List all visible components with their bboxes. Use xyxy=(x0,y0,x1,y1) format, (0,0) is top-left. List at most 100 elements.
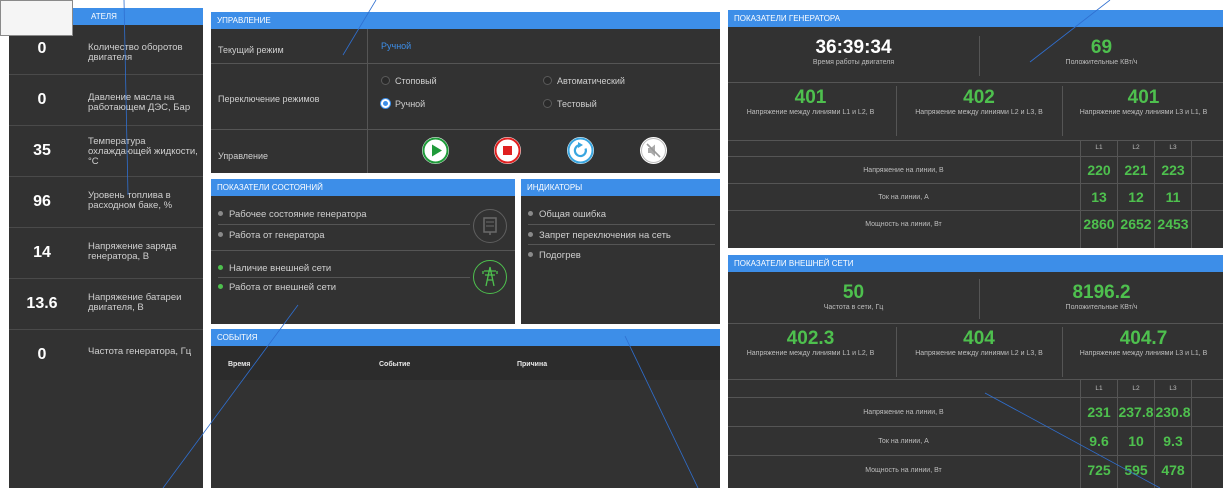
phase-header: L1 xyxy=(1095,385,1103,392)
engine-panel: АТЕЛЯ 0 Количество оборотов двигателя 0 … xyxy=(9,8,203,488)
phase-header: L3 xyxy=(1169,385,1177,392)
battery-label: Напряжение батареи двигателя, В xyxy=(88,292,182,313)
state-label: Работа от внешней сети xyxy=(229,282,337,293)
indicator-error: Общая ошибка xyxy=(528,209,606,220)
divider xyxy=(1191,141,1192,248)
gen-v31-label: Напряжение между линиями L3 и L1, В xyxy=(1079,109,1208,116)
oil-label: Давление масла на работающем ДЭС, Бар xyxy=(88,92,191,113)
generator-header: ПОКАЗАТЕЛИ ГЕНЕРАТОРА xyxy=(728,10,1223,27)
temp-value: 35 xyxy=(33,142,51,159)
divider xyxy=(728,140,1223,141)
gen-current-label: Ток на линии, А xyxy=(878,194,929,201)
mode-label: Стоповый xyxy=(395,76,437,86)
ext-kwh-value: 8196.2 xyxy=(1072,282,1131,303)
indicator-label: Подогрев xyxy=(539,250,581,261)
events-col-cause: Причина xyxy=(517,361,548,368)
ext-power-l3: 478 xyxy=(1161,462,1185,478)
overlay-box xyxy=(0,0,73,36)
runtime-value: 36:39:34 xyxy=(815,37,892,58)
state-grid-running: Работа от внешней сети xyxy=(218,282,336,293)
mute-icon xyxy=(641,138,666,163)
gen-voltage-l2: 221 xyxy=(1124,162,1148,178)
reset-button[interactable] xyxy=(567,137,594,164)
mode-switch-label: Переключение режимов xyxy=(218,94,320,104)
generator-icon xyxy=(473,209,507,243)
divider xyxy=(1062,86,1063,136)
fuel-value: 96 xyxy=(33,193,51,210)
mode-switch-row: Переключение режимов Стоповый Автоматиче… xyxy=(211,64,720,130)
ext-kwh-label: Положительные КВт/ч xyxy=(1065,304,1138,311)
divider xyxy=(728,455,1223,456)
runtime-block: 36:39:34 Время работы двигателя xyxy=(728,38,979,67)
mode-label: Ручной xyxy=(395,99,426,109)
indicator-grid-lock: Запрет переключения на сеть xyxy=(528,230,671,241)
gen-power-l3: 2453 xyxy=(1157,216,1189,232)
control-divider xyxy=(367,29,368,173)
divider xyxy=(1062,327,1063,377)
phase-header: L1 xyxy=(1095,144,1103,151)
charge-label: Напряжение заряда генератора, В xyxy=(88,241,177,262)
gen-kwh-value: 69 xyxy=(1090,37,1113,58)
events-col-event: Событие xyxy=(379,361,411,368)
states-panel: ПОКАЗАТЕЛИ СОСТОЯНИЙ Рабочее состояние г… xyxy=(211,179,515,324)
ext-v12-block: 402.3 Напряжение между линиями L1 и L2, … xyxy=(728,329,893,358)
gen-current-l3: 11 xyxy=(1165,189,1181,205)
events-header: СОБЫТИЯ xyxy=(211,329,720,346)
divider xyxy=(896,86,897,136)
divider xyxy=(728,426,1223,427)
divider xyxy=(218,224,470,225)
status-dot xyxy=(528,232,533,237)
divider xyxy=(728,379,1223,380)
generator-panel: ПОКАЗАТЕЛИ ГЕНЕРАТОРА 36:39:34 Время раб… xyxy=(728,10,1223,248)
ext-voltage-l1: 231 xyxy=(1087,404,1111,420)
gen-power-l1: 2860 xyxy=(1083,216,1115,232)
gen-power-label: Мощность на линии, Вт xyxy=(865,221,942,228)
fuel-label: Уровень топлива в расходном баке, % xyxy=(88,190,173,211)
ext-voltage-l3: 230.8 xyxy=(1155,404,1191,420)
gen-voltage-l3: 223 xyxy=(1161,162,1185,178)
events-panel: СОБЫТИЯ Время Событие Причина xyxy=(211,329,720,488)
ext-freq-block: 50 Частота в сети, Гц xyxy=(728,283,979,312)
state-label: Рабочее состояние генератора xyxy=(229,209,367,220)
ext-freq-value: 50 xyxy=(842,282,865,303)
status-dot-on xyxy=(218,284,223,289)
reset-icon xyxy=(567,137,594,164)
engine-row-freq: 0 Частота генератора, Гц xyxy=(9,331,203,381)
ext-current-l3: 9.3 xyxy=(1163,433,1183,449)
ext-v31-value: 404.7 xyxy=(1119,328,1168,349)
mode-radio-stop[interactable]: Стоповый xyxy=(381,76,437,86)
state-gen-working: Рабочее состояние генератора xyxy=(218,209,367,220)
ext-voltage-label: Напряжение на линии, В xyxy=(863,409,944,416)
indicator-label: Запрет переключения на сеть xyxy=(539,230,671,241)
engine-row-temp: 35 Температура охлаждающей жидкости, °С xyxy=(9,127,203,177)
external-grid-panel: ПОКАЗАТЕЛИ ВНЕШНЕЙ СЕТИ 50 Частота в сет… xyxy=(728,255,1223,488)
stop-button[interactable] xyxy=(494,137,521,164)
battery-value: 13.6 xyxy=(26,295,58,312)
gen-power-l2: 2652 xyxy=(1120,216,1152,232)
radio-circle xyxy=(543,99,552,108)
ext-current-l2: 10 xyxy=(1128,433,1144,449)
mode-label: Автоматический xyxy=(557,76,625,86)
current-mode-label: Текущий режим xyxy=(218,45,284,55)
ext-v12-label: Напряжение между линиями L1 и L2, В xyxy=(746,350,875,357)
divider xyxy=(211,250,515,251)
phase-header: L3 xyxy=(1169,144,1177,151)
mode-radio-manual[interactable]: Ручной xyxy=(381,99,425,109)
divider xyxy=(728,323,1223,324)
gen-v23-value: 402 xyxy=(963,87,995,108)
start-button[interactable] xyxy=(422,137,449,164)
gen-current-l1: 13 xyxy=(1091,189,1107,205)
mute-button[interactable] xyxy=(640,137,667,164)
indicators-header: ИНДИКАТОРЫ xyxy=(521,179,720,196)
gen-kwh-block: 69 Положительные КВт/ч xyxy=(980,38,1223,67)
divider xyxy=(528,224,715,225)
mode-radio-auto[interactable]: Автоматический xyxy=(543,76,625,86)
external-header: ПОКАЗАТЕЛИ ВНЕШНЕЙ СЕТИ xyxy=(728,255,1223,272)
mode-radio-test[interactable]: Тестовый xyxy=(543,99,597,109)
rpm-value: 0 xyxy=(37,40,47,57)
divider xyxy=(728,156,1223,157)
divider xyxy=(728,82,1223,83)
engine-row-fuel: 96 Уровень топлива в расходном баке, % xyxy=(9,178,203,228)
gen-kwh-label: Положительные КВт/ч xyxy=(1065,59,1138,66)
divider xyxy=(528,244,715,245)
